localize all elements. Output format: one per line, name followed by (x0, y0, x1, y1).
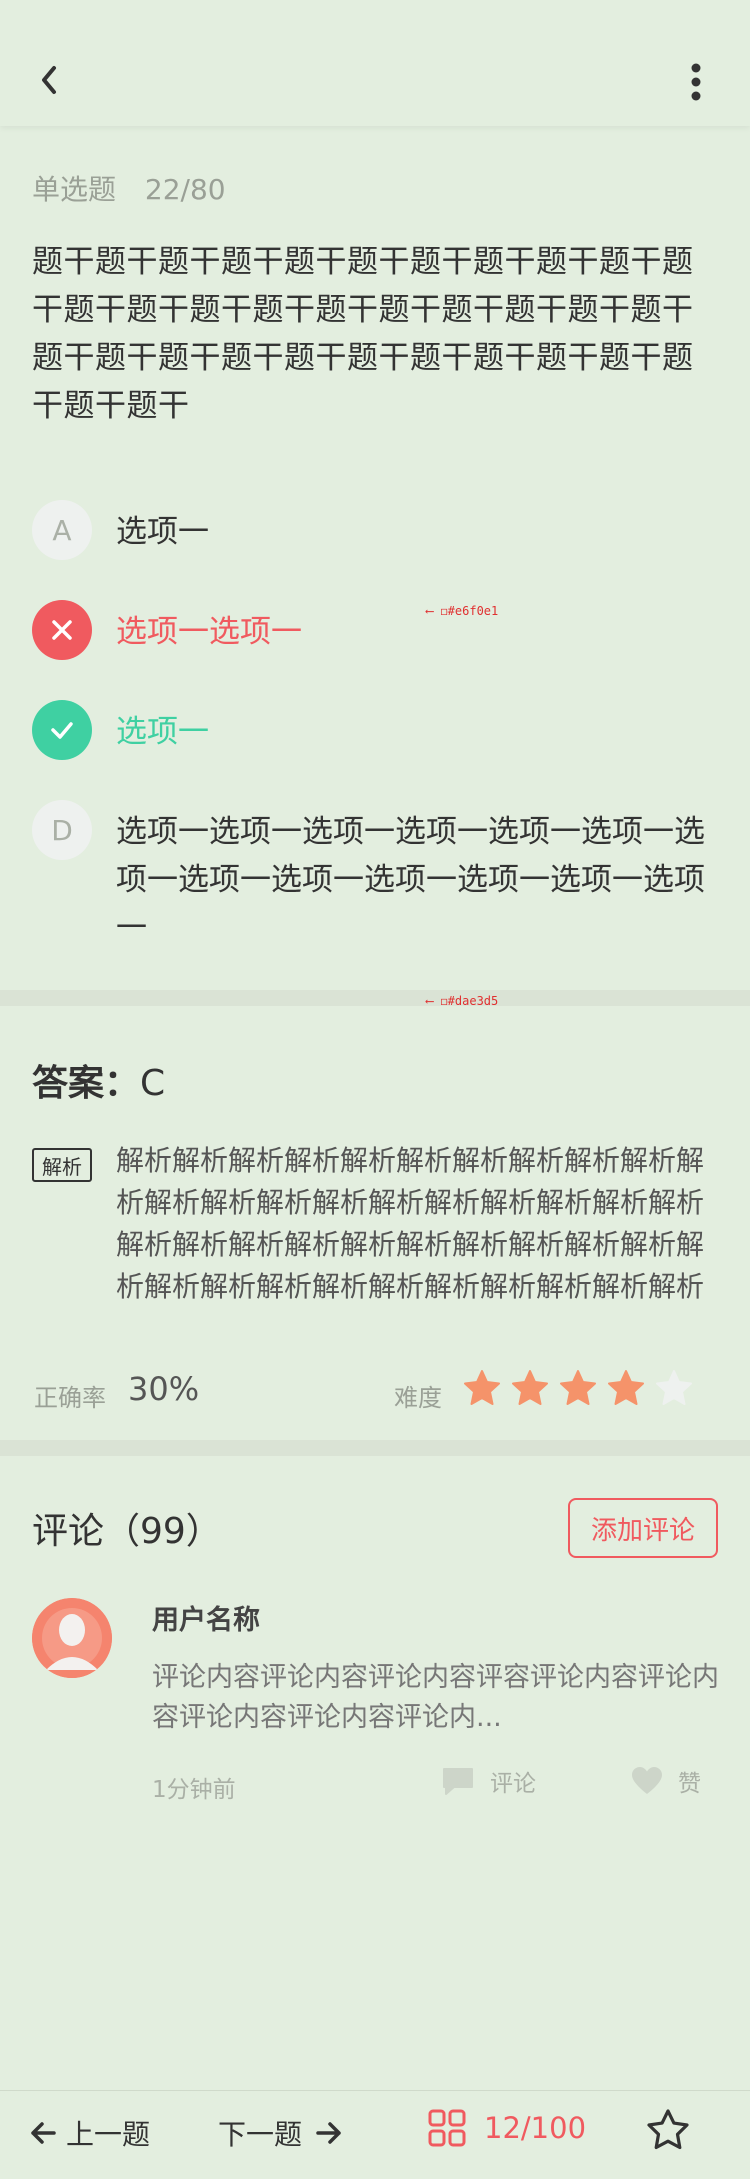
more-vertical-icon (691, 63, 701, 101)
annotation-divider: ⟵ ◻#dae3d5 (426, 994, 499, 1008)
check-icon (51, 722, 73, 739)
user-avatar-icon (32, 1598, 112, 1678)
difficulty-label: 难度 (394, 1384, 442, 1412)
chevron-left-icon (42, 66, 56, 94)
bottom-bar: 上一题 下一题 12/100 (0, 2090, 750, 2179)
star-icon (608, 1370, 644, 1405)
question-stem: 题干题干题干题干题干题干题干题干题干题干题干题干题干题干题干题干题干题干题干题干… (32, 244, 694, 424)
annotation-wrong-bg: ⟵ ◻#e6f0e1 (426, 604, 499, 618)
option-a-letter: A (32, 500, 92, 560)
comments-title: 评论（99） (32, 1511, 222, 1552)
section-divider (0, 990, 750, 1006)
answer-value: C (140, 1063, 166, 1104)
question-progress: 12/100 (484, 2111, 587, 2145)
option-b-marker (32, 600, 92, 660)
star-icon (656, 1370, 692, 1405)
accuracy-value: 30% (128, 1370, 200, 1408)
option-d[interactable]: D 选项一选项一选项一选项一选项一选项一选项一选项一选项一选项一选项一选项一选项… (32, 800, 722, 950)
grid-icon (428, 2109, 466, 2147)
add-comment-button[interactable]: 添加评论 (568, 1498, 718, 1558)
reply-label: 评论 (490, 1771, 536, 1797)
question-type: 单选题 (32, 173, 117, 206)
option-c-marker (32, 700, 92, 760)
comment-text: 评论内容评论内容评论内容评容评论内容评论内容评论内容评论内容评论内... (152, 1662, 719, 1733)
question-number: 22/80 (144, 173, 226, 206)
close-icon (52, 620, 72, 640)
analysis-text: 解析解析解析解析解析解析解析解析解析解析解析解析解析解析解析解析解析解析解析解析… (116, 1144, 705, 1303)
section-divider (0, 1440, 750, 1456)
difficulty-stars (462, 1368, 694, 1408)
chat-bubble-icon (443, 1768, 473, 1795)
question-meta: 单选题 22/80 (32, 168, 226, 208)
option-a-text: 选项一 (116, 514, 209, 550)
star-icon (464, 1370, 500, 1405)
option-d-letter: D (32, 800, 92, 860)
avatar[interactable] (32, 1598, 112, 1678)
like-button[interactable]: 赞 (630, 1764, 701, 1798)
accuracy-label: 正确率 (34, 1384, 106, 1412)
option-c[interactable]: 选项一 (32, 700, 722, 760)
prev-question-button[interactable]: 上一题 (28, 2113, 150, 2153)
reply-button[interactable]: 评论 (440, 1764, 536, 1798)
next-label: 下一题 (218, 2118, 303, 2151)
next-question-button[interactable]: 下一题 (218, 2113, 344, 2153)
navbar (0, 0, 750, 126)
arrow-right-icon (316, 2122, 341, 2144)
analysis-tag: 解析 (32, 1148, 92, 1182)
star-outline-icon (647, 2109, 689, 2150)
star-icon (512, 1370, 548, 1405)
option-b-text: 选项一选项一 (116, 614, 302, 650)
favorite-button[interactable] (644, 2107, 692, 2155)
answer-label: 答案： (32, 1063, 141, 1104)
prev-label: 上一题 (66, 2118, 151, 2151)
star-icon (560, 1370, 596, 1405)
arrow-left-icon (31, 2122, 56, 2144)
option-a[interactable]: A 选项一 (32, 500, 722, 560)
option-c-text: 选项一 (116, 714, 209, 750)
heart-icon (632, 1767, 662, 1794)
more-button[interactable] (676, 60, 716, 108)
back-button[interactable] (30, 58, 74, 108)
comment-time: 1分钟前 (152, 1777, 236, 1803)
question-grid-button[interactable]: 12/100 (428, 2109, 586, 2147)
like-label: 赞 (678, 1771, 701, 1797)
answer: 答案：C (32, 1054, 165, 1106)
comment-username: 用户名称 (152, 1605, 260, 1636)
option-b[interactable]: 选项一选项一 (32, 600, 722, 660)
option-d-text: 选项一选项一选项一选项一选项一选项一选项一选项一选项一选项一选项一选项一选项一 (116, 814, 705, 946)
